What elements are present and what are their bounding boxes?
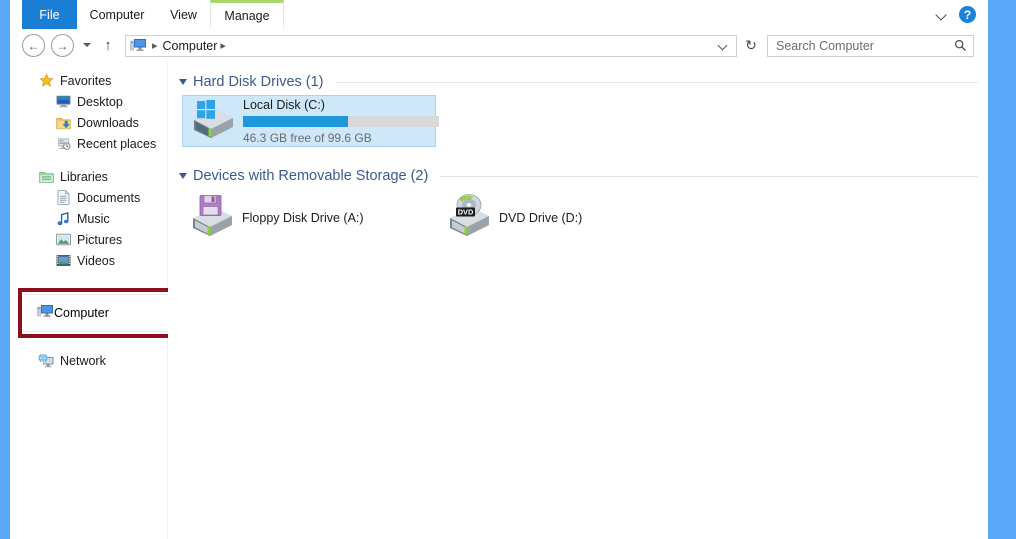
forward-arrow-icon: → [56, 38, 69, 53]
collapse-triangle-icon[interactable] [179, 79, 187, 85]
sidebar-label-libraries: Libraries [60, 169, 108, 184]
drive-capacity-text: 46.3 GB free of 99.6 GB [243, 130, 372, 145]
capacity-meter [243, 115, 439, 127]
chevron-down-icon[interactable] [935, 8, 949, 22]
sidebar-label-downloads: Downloads [77, 115, 139, 130]
drive-name-floppy-a: Floppy Disk Drive (A:) [242, 211, 364, 225]
breadcrumb[interactable]: ▸ Computer ▸ [125, 34, 737, 57]
group-divider-rule [440, 175, 978, 177]
sidebar-item-desktop[interactable]: Desktop [10, 91, 167, 112]
refresh-icon: ↻ [745, 37, 757, 53]
sidebar-label-favorites: Favorites [60, 73, 112, 88]
music-note-icon [54, 211, 72, 227]
sidebar-item-downloads[interactable]: Downloads [10, 112, 167, 133]
group-header-removable-storage[interactable]: Devices with Removable Storage (2) [179, 165, 988, 187]
breadcrumb-separator-trailing[interactable]: ▸ [220, 39, 226, 52]
address-bar: ← → ↑ ▸ Computer ▸ ↻ Search Computer [10, 29, 988, 62]
recent-locations-dropdown-icon[interactable] [79, 36, 95, 56]
computer-icon [37, 304, 54, 322]
capacity-meter-fill [243, 115, 348, 127]
tab-view[interactable]: View [157, 0, 210, 29]
hard-disk-drives-items: Local Disk (C:) 46.3 GB free of 99.6 GB [182, 93, 988, 151]
svg-text:DVD: DVD [458, 207, 474, 216]
search-input[interactable] [774, 37, 954, 54]
sidebar-label-network: Network [60, 353, 106, 368]
sidebar-item-computer[interactable]: Computer [24, 294, 176, 332]
tab-file-label: File [39, 7, 60, 22]
sidebar-item-music[interactable]: Music [10, 208, 167, 229]
tab-view-label: View [170, 7, 197, 22]
tab-manage-label: Manage [224, 9, 270, 23]
drive-tile-details: Local Disk (C:) 46.3 GB free of 99.6 GB [243, 98, 439, 145]
help-icon[interactable]: ? [959, 6, 976, 23]
explorer-window: File Computer View Manage ? ← → ↑ ▸ Comp… [10, 0, 988, 539]
hard-drive-icon [189, 98, 235, 145]
sidebar-item-videos[interactable]: Videos [10, 250, 167, 271]
drive-tile-dvd-d[interactable]: DVD DVD Drive (D:) [439, 191, 689, 245]
forward-button[interactable]: → [51, 34, 74, 57]
sidebar-label-computer: Computer [54, 306, 109, 320]
drive-tile-details: Floppy Disk Drive (A:) [242, 209, 364, 227]
sidebar-label-videos: Videos [77, 253, 115, 268]
network-icon [37, 353, 55, 369]
tab-computer[interactable]: Computer [77, 0, 157, 29]
sidebar-label-music: Music [77, 211, 110, 226]
up-button[interactable]: ↑ [99, 36, 117, 56]
sidebar-item-documents[interactable]: Documents [10, 187, 167, 208]
libraries-icon [37, 169, 55, 185]
sidebar-label-documents: Documents [77, 190, 141, 205]
window-body: Favorites Desktop Downloads Recent place… [10, 62, 988, 539]
desktop-background: File Computer View Manage ? ← → ↑ ▸ Comp… [0, 0, 1016, 539]
tab-computer-label: Computer [89, 7, 145, 22]
group-title-removable-storage: Devices with Removable Storage (2) [193, 168, 429, 184]
tab-file[interactable]: File [22, 0, 77, 29]
search-box[interactable] [767, 34, 974, 57]
file-list-pane: Hard Disk Drives (1) Local Disk (C:) 46.… [168, 62, 988, 539]
collapse-triangle-icon[interactable] [179, 173, 187, 179]
drive-name-dvd-d: DVD Drive (D:) [499, 211, 583, 225]
monitor-icon [54, 94, 72, 110]
tab-manage[interactable]: Manage [210, 0, 284, 29]
back-button[interactable]: ← [22, 34, 45, 57]
address-dropdown-icon[interactable] [718, 40, 730, 52]
up-arrow-icon: ↑ [104, 37, 112, 54]
navigation-pane: Favorites Desktop Downloads Recent place… [10, 62, 182, 539]
download-folder-icon [54, 115, 72, 131]
breadcrumb-separator-root: ▸ [152, 40, 158, 52]
recent-places-icon [54, 136, 72, 152]
help-glyph: ? [963, 7, 972, 22]
sidebar-label-pictures: Pictures [77, 232, 123, 247]
search-icon [954, 39, 966, 51]
sidebar-label-desktop: Desktop [77, 94, 123, 109]
drive-tile-floppy-a[interactable]: Floppy Disk Drive (A:) [182, 191, 432, 245]
refresh-button[interactable]: ↻ [740, 35, 762, 57]
picture-icon [54, 232, 72, 248]
group-divider-rule [335, 81, 978, 83]
back-arrow-icon: ← [27, 38, 40, 53]
sidebar-item-recent-places[interactable]: Recent places [10, 133, 167, 154]
sidebar-item-pictures[interactable]: Pictures [10, 229, 167, 250]
sidebar-label-recent-places: Recent places [77, 136, 157, 151]
drive-name-local-disk-c: Local Disk (C:) [243, 97, 325, 112]
computer-icon [130, 39, 146, 51]
sidebar-item-favorites[interactable]: Favorites [10, 70, 167, 91]
removable-storage-items: Floppy Disk Drive (A:) DVD DVD Drive (D:… [182, 187, 988, 253]
star-icon [37, 73, 55, 89]
titlebar-right-controls: ? [935, 0, 988, 29]
drive-tile-local-disk-c[interactable]: Local Disk (C:) 46.3 GB free of 99.6 GB [182, 95, 439, 147]
ribbon-tab-bar: File Computer View Manage ? [10, 0, 988, 30]
film-icon [54, 253, 72, 269]
dvd-drive-icon: DVD [445, 193, 491, 243]
breadcrumb-item-computer[interactable]: Computer [163, 39, 218, 53]
group-header-hard-disk-drives[interactable]: Hard Disk Drives (1) [179, 71, 988, 93]
sidebar-item-libraries[interactable]: Libraries [10, 166, 167, 187]
group-title-hard-disk-drives: Hard Disk Drives (1) [193, 74, 324, 90]
floppy-drive-icon [188, 194, 234, 243]
document-icon [54, 190, 72, 206]
sidebar-item-network[interactable]: Network [10, 350, 194, 371]
drive-tile-details: DVD Drive (D:) [499, 209, 582, 227]
